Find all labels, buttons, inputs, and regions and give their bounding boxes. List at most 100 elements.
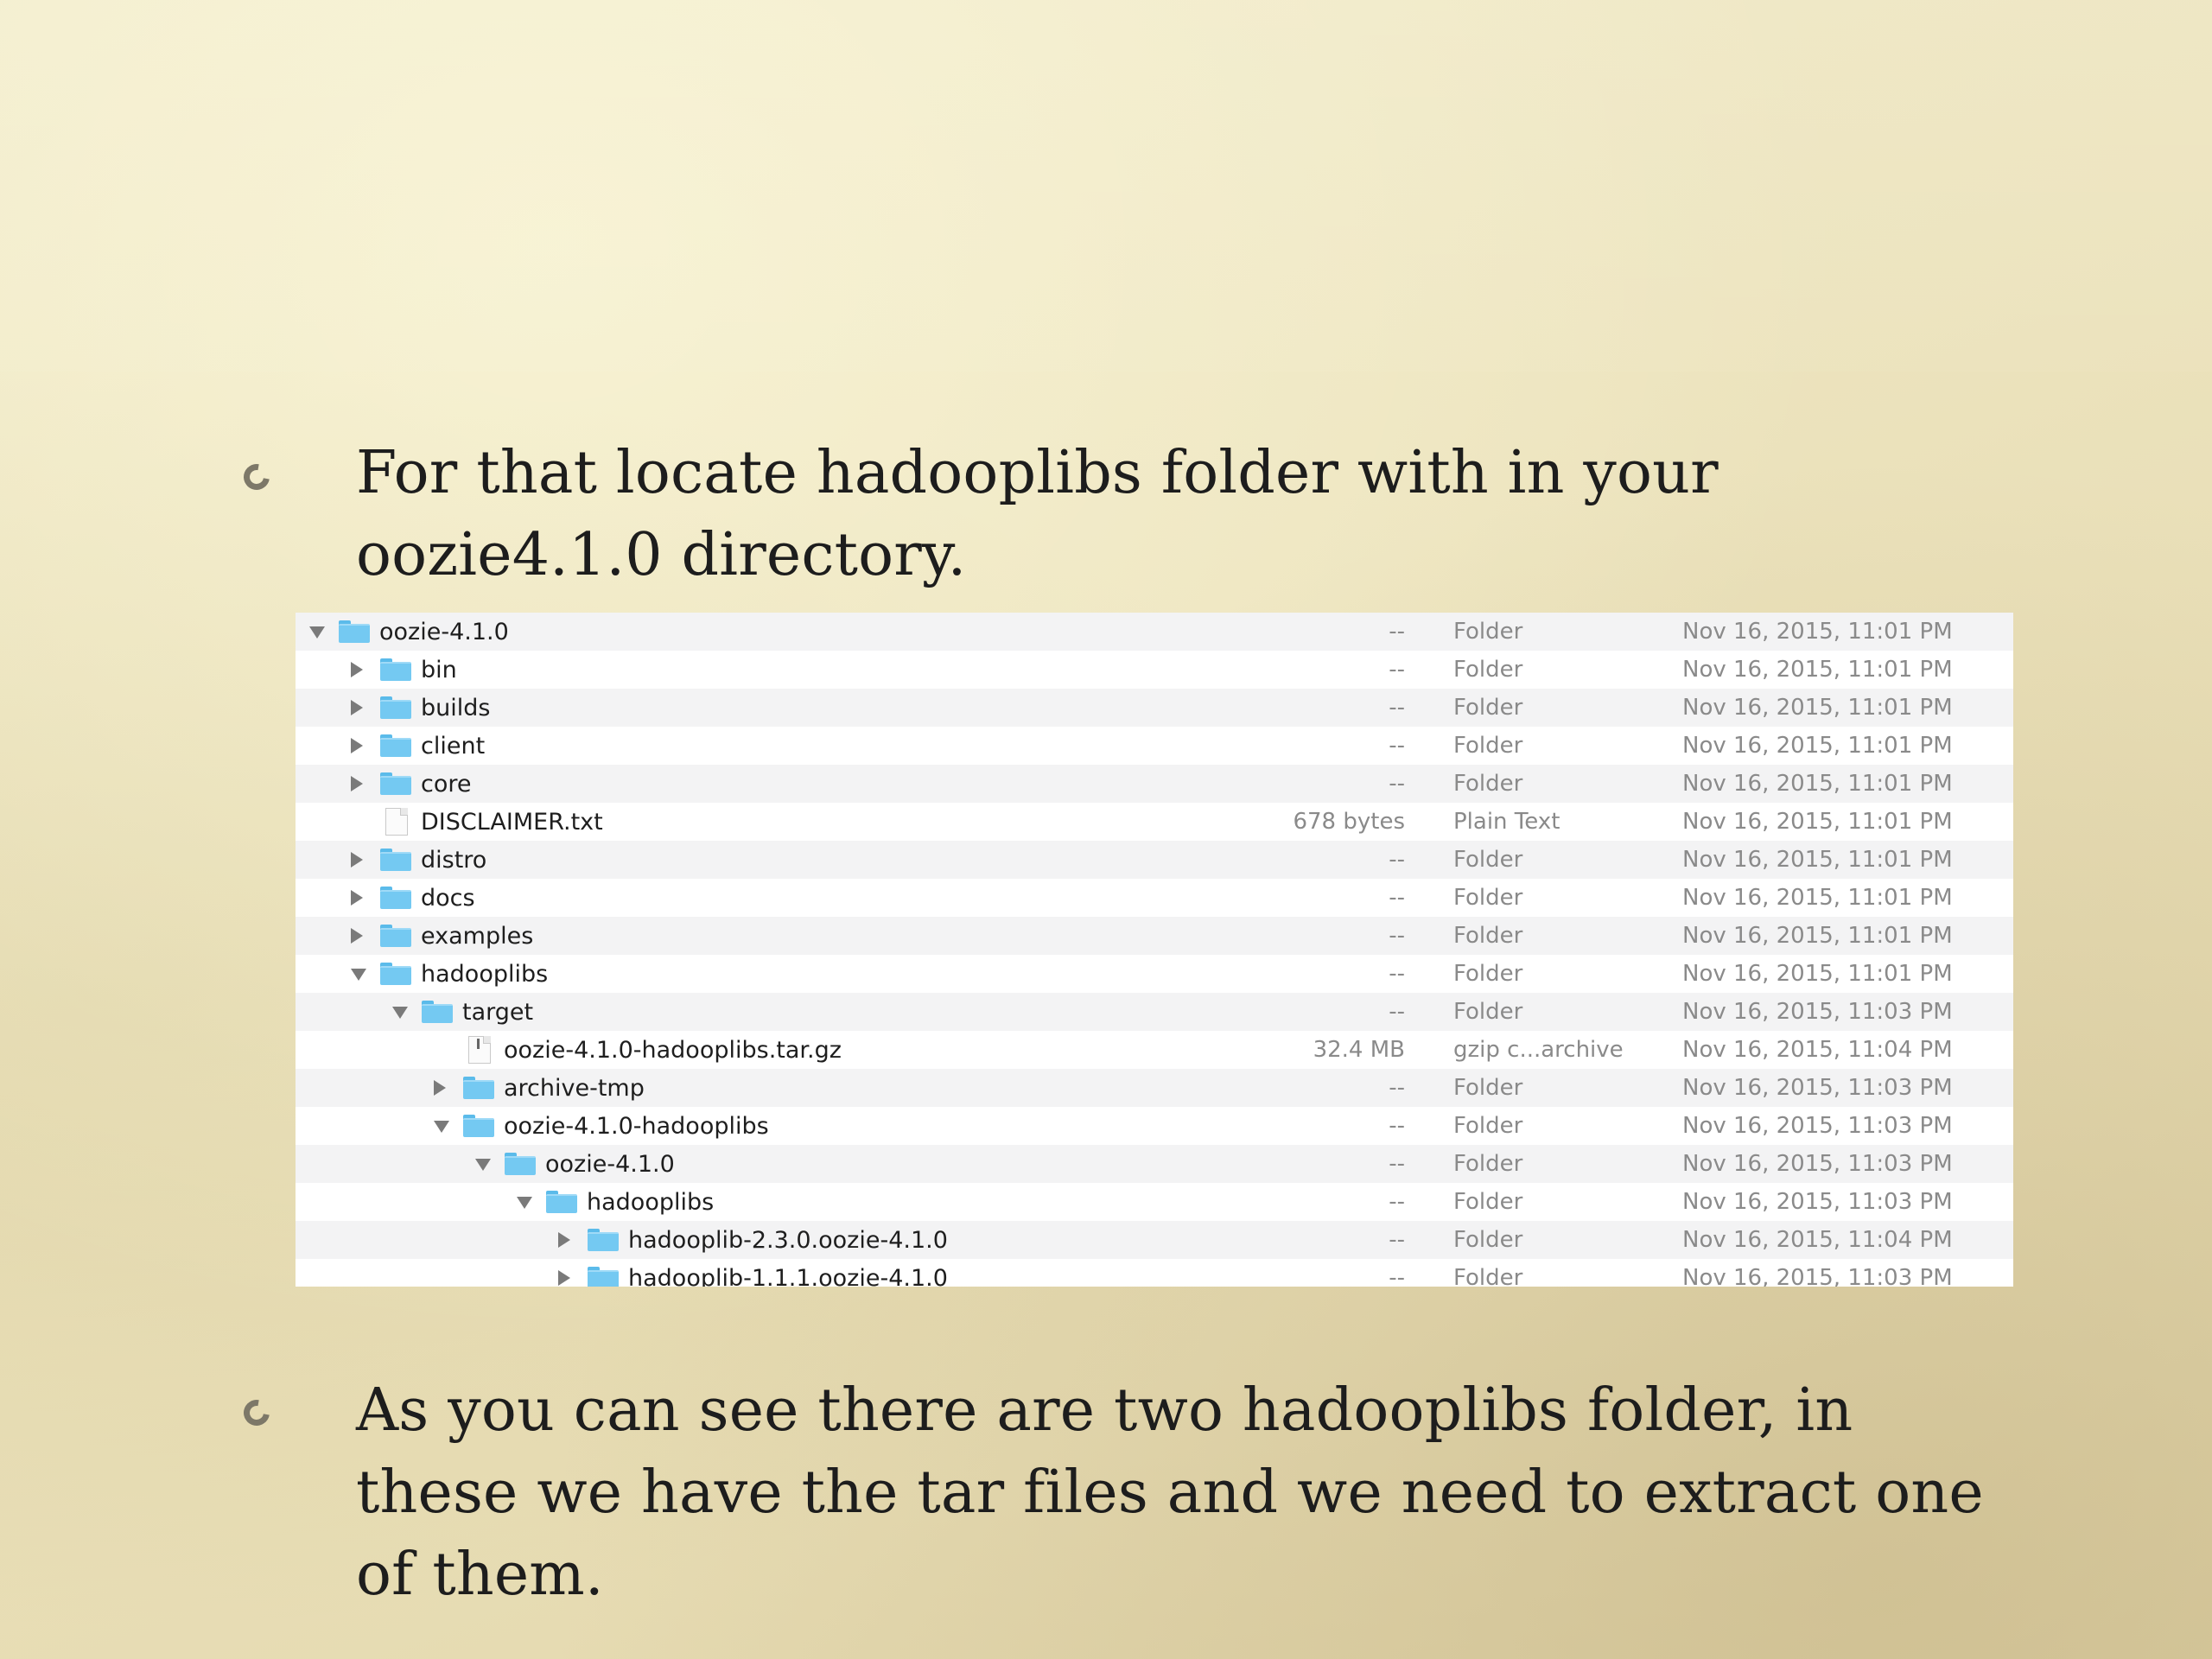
folder-icon — [380, 887, 411, 909]
file-date-modified: Nov 16, 2015, 11:01 PM — [1682, 657, 1953, 683]
file-date-modified: Nov 16, 2015, 11:01 PM — [1682, 619, 1953, 645]
file-row[interactable]: examples -- Folder Nov 16, 2015, 11:01 PM — [296, 917, 2013, 955]
disclosure-triangle-closed-icon[interactable] — [351, 852, 363, 868]
file-name: DISCLAIMER.txt — [421, 808, 603, 836]
file-row[interactable]: hadooplibs -- Folder Nov 16, 2015, 11:03 PM — [296, 1183, 2013, 1221]
file-kind: Folder — [1453, 999, 1523, 1025]
file-size: -- — [1389, 1075, 1405, 1101]
file-name: hadooplibs — [587, 1188, 715, 1216]
folder-icon — [380, 772, 411, 795]
disclosure-triangle-open-icon[interactable] — [517, 1197, 532, 1209]
slide-background-band — [0, 0, 2212, 372]
file-kind: Folder — [1453, 961, 1523, 987]
folder-icon — [339, 620, 370, 643]
file-row[interactable]: oozie-4.1.0-hadooplibs.tar.gz 32.4 MB gzip… — [296, 1031, 2013, 1069]
file-date-modified: Nov 16, 2015, 11:01 PM — [1682, 809, 1953, 835]
file-name: client — [421, 732, 486, 760]
disclosure-triangle-closed-icon[interactable] — [351, 928, 363, 944]
file-name: target — [462, 998, 534, 1026]
disclosure-triangle-open-icon[interactable] — [351, 969, 366, 981]
file-row[interactable]: distro -- Folder Nov 16, 2015, 11:01 PM — [296, 841, 2013, 879]
file-row[interactable]: docs -- Folder Nov 16, 2015, 11:01 PM — [296, 879, 2013, 917]
disclosure-triangle-closed-icon[interactable] — [434, 1080, 446, 1096]
file-date-modified: Nov 16, 2015, 11:01 PM — [1682, 847, 1953, 873]
file-date-modified: Nov 16, 2015, 11:01 PM — [1682, 885, 1953, 911]
folder-icon — [380, 849, 411, 871]
file-size: 32.4 MB — [1313, 1037, 1405, 1063]
folder-icon — [463, 1077, 494, 1099]
file-kind: Folder — [1453, 1189, 1523, 1215]
finder-list-view[interactable]: oozie-4.1.0 -- Folder Nov 16, 2015, 11:01 P… — [296, 613, 2013, 1287]
bullet-text-2: As you can see there are two hadooplibs … — [356, 1376, 1984, 1609]
file-size: -- — [1389, 1113, 1405, 1139]
file-size: 678 bytes — [1293, 809, 1405, 835]
file-date-modified: Nov 16, 2015, 11:04 PM — [1682, 1227, 1953, 1253]
disclosure-triangle-open-icon[interactable] — [434, 1121, 449, 1133]
folder-icon — [380, 658, 411, 681]
file-kind: Folder — [1453, 733, 1523, 759]
file-size: -- — [1389, 1151, 1405, 1177]
file-kind: Plain Text — [1453, 809, 1560, 835]
file-date-modified: Nov 16, 2015, 11:03 PM — [1682, 1151, 1953, 1177]
folder-icon — [380, 963, 411, 985]
file-row[interactable]: archive-tmp -- Folder Nov 16, 2015, 11:03 P… — [296, 1069, 2013, 1107]
file-name: core — [421, 770, 472, 798]
file-name: bin — [421, 656, 457, 683]
file-kind: gzip c...archive — [1453, 1037, 1624, 1063]
file-name: docs — [421, 884, 475, 912]
file-name: hadooplib-1.1.1.oozie-4.1.0 — [628, 1264, 948, 1287]
file-row[interactable]: bin -- Folder Nov 16, 2015, 11:01 PM — [296, 651, 2013, 689]
disclosure-triangle-closed-icon[interactable] — [351, 776, 363, 791]
file-date-modified: Nov 16, 2015, 11:03 PM — [1682, 1265, 1953, 1287]
file-size: -- — [1389, 657, 1405, 683]
file-name: oozie-4.1.0 — [545, 1150, 675, 1178]
file-date-modified: Nov 16, 2015, 11:04 PM — [1682, 1037, 1953, 1063]
file-row[interactable]: oozie-4.1.0 -- Folder Nov 16, 2015, 11:03 P… — [296, 1145, 2013, 1183]
file-kind: Folder — [1453, 695, 1523, 721]
file-row[interactable]: oozie-4.1.0-hadooplibs -- Folder Nov 16, 20… — [296, 1107, 2013, 1145]
file-kind: Folder — [1453, 923, 1523, 949]
file-size: -- — [1389, 733, 1405, 759]
file-kind: Folder — [1453, 885, 1523, 911]
file-row[interactable]: core -- Folder Nov 16, 2015, 11:01 PM — [296, 765, 2013, 803]
file-size: -- — [1389, 999, 1405, 1025]
disclosure-triangle-closed-icon[interactable] — [351, 700, 363, 715]
file-date-modified: Nov 16, 2015, 11:01 PM — [1682, 961, 1953, 987]
file-size: -- — [1389, 1189, 1405, 1215]
file-size: -- — [1389, 847, 1405, 873]
folder-icon — [588, 1267, 619, 1287]
disclosure-triangle-open-icon[interactable] — [392, 1007, 408, 1019]
disclosure-triangle-open-icon[interactable] — [475, 1159, 491, 1171]
file-row[interactable]: DISCLAIMER.txt 678 bytes Plain Text Nov 16,… — [296, 803, 2013, 841]
disclosure-triangle-closed-icon[interactable] — [558, 1232, 570, 1248]
file-date-modified: Nov 16, 2015, 11:01 PM — [1682, 733, 1953, 759]
file-kind: Folder — [1453, 771, 1523, 797]
file-size: -- — [1389, 923, 1405, 949]
disclosure-triangle-closed-icon[interactable] — [558, 1270, 570, 1286]
file-kind: Folder — [1453, 1227, 1523, 1253]
file-kind: Folder — [1453, 657, 1523, 683]
file-row[interactable]: hadooplib-1.1.1.oozie-4.1.0 -- Folder Nov 1… — [296, 1259, 2013, 1287]
file-row[interactable]: hadooplib-2.3.0.oozie-4.1.0 -- Folder Nov 1… — [296, 1221, 2013, 1259]
file-size: -- — [1389, 961, 1405, 987]
file-size: -- — [1389, 885, 1405, 911]
file-row[interactable]: hadooplibs -- Folder Nov 16, 2015, 11:01 PM — [296, 955, 2013, 993]
disclosure-triangle-closed-icon[interactable] — [351, 890, 363, 906]
file-date-modified: Nov 16, 2015, 11:03 PM — [1682, 999, 1953, 1025]
file-row[interactable]: target -- Folder Nov 16, 2015, 11:03 PM — [296, 993, 2013, 1031]
file-row[interactable]: builds -- Folder Nov 16, 2015, 11:01 PM — [296, 689, 2013, 727]
disclosure-triangle-open-icon[interactable] — [309, 626, 325, 639]
disclosure-triangle-closed-icon[interactable] — [351, 662, 363, 677]
file-row[interactable]: oozie-4.1.0 -- Folder Nov 16, 2015, 11:01 P… — [296, 613, 2013, 651]
file-name: hadooplibs — [421, 960, 549, 988]
bullet-circle-icon — [238, 1395, 275, 1431]
bullet-text-1: For that locate hadooplibs folder with i… — [356, 439, 1719, 589]
folder-icon — [380, 925, 411, 947]
folder-icon — [546, 1191, 577, 1213]
file-row[interactable]: client -- Folder Nov 16, 2015, 11:01 PM — [296, 727, 2013, 765]
disclosure-triangle-closed-icon[interactable] — [351, 738, 363, 753]
file-date-modified: Nov 16, 2015, 11:03 PM — [1682, 1113, 1953, 1139]
file-date-modified: Nov 16, 2015, 11:01 PM — [1682, 771, 1953, 797]
folder-icon — [463, 1115, 494, 1137]
file-date-modified: Nov 16, 2015, 11:03 PM — [1682, 1075, 1953, 1101]
